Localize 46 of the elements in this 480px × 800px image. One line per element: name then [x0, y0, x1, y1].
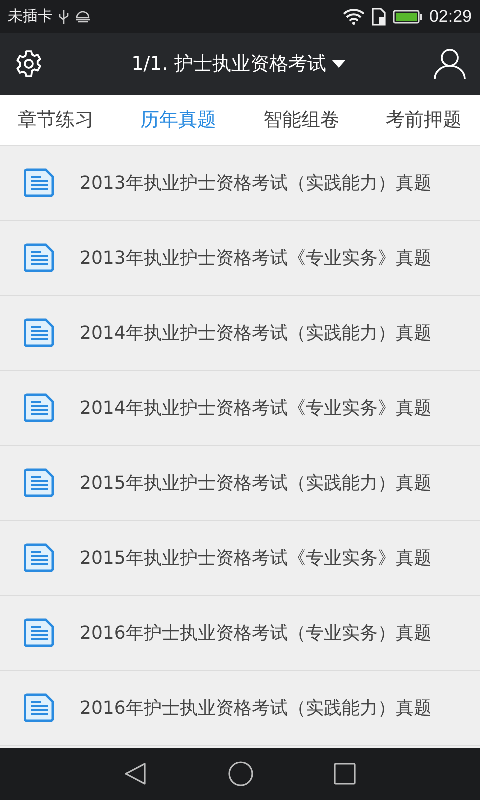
document-icon — [24, 318, 56, 348]
paper-list-item[interactable]: 2016年护士执业资格考试（实践能力）真题 — [0, 671, 480, 746]
document-icon — [24, 468, 56, 498]
paper-title: 2014年执业护士资格考试《专业实务》真题 — [80, 396, 433, 420]
carrier-text: 未插卡 — [8, 7, 53, 26]
paper-list-item[interactable]: 2013年执业护士资格考试《专业实务》真题 — [0, 221, 480, 296]
status-time: 02:29 — [429, 6, 472, 26]
paper-title: 2013年执业护士资格考试（实践能力）真题 — [80, 172, 433, 194]
back-icon — [124, 762, 148, 786]
tab[interactable]: 历年真题 — [138, 101, 219, 139]
document-icon — [24, 393, 56, 423]
document-icon — [24, 243, 56, 273]
settings-button[interactable] — [14, 49, 44, 79]
recents-icon — [334, 763, 356, 785]
wifi-icon — [343, 8, 366, 24]
recents-button[interactable] — [334, 763, 356, 785]
paper-title: 2016年护士执业资格考试（专业实务）真题 — [80, 622, 433, 644]
document-icon — [24, 543, 56, 573]
document-icon — [24, 693, 56, 723]
back-button[interactable] — [124, 762, 148, 786]
battery-icon — [393, 8, 424, 24]
paper-title: 2013年执业护士资格考试《专业实务》真题 — [80, 246, 433, 270]
home-icon — [228, 761, 254, 787]
dropdown-caret-icon — [332, 60, 346, 68]
paper-title: 2016年护士执业资格考试（实践能力）真题 — [80, 696, 433, 720]
paper-list-item[interactable]: 2015年执业护士资格考试（实践能力）真题 — [0, 446, 480, 521]
paper-title: 2015年执业护士资格考试《专业实务》真题 — [80, 546, 433, 570]
paper-list-item[interactable]: 2015年执业护士资格考试《专业实务》真题 — [0, 521, 480, 596]
profile-button[interactable] — [434, 48, 466, 80]
paper-list-item[interactable]: 2014年执业护士资格考试（实践能力）真题 — [0, 296, 480, 371]
usb-icon — [59, 8, 69, 24]
paper-title: 2014年执业护士资格考试（实践能力）真题 — [80, 322, 433, 344]
paper-list-item[interactable]: 2016年护士执业资格考试（专业实务）真题 — [0, 596, 480, 671]
settings-icon — [14, 49, 44, 79]
paper-list-item[interactable]: 2014年执业护士资格考试《专业实务》真题 — [0, 371, 480, 446]
course-selector[interactable]: 1/1. 护士执业资格考试 — [132, 51, 346, 77]
tab[interactable]: 智能组卷 — [261, 101, 342, 139]
user-icon — [434, 48, 466, 80]
paper-list-item[interactable]: 2013年执业护士资格考试（实践能力）真题 — [0, 146, 480, 221]
document-icon — [24, 618, 56, 648]
paper-title: 2015年执业护士资格考试（实践能力）真题 — [80, 472, 433, 494]
tab[interactable]: 章节练习 — [16, 101, 96, 139]
document-icon — [24, 168, 56, 198]
home-button[interactable] — [228, 761, 254, 787]
tab[interactable]: 考前押题 — [384, 101, 464, 139]
sim-icon — [371, 8, 388, 26]
